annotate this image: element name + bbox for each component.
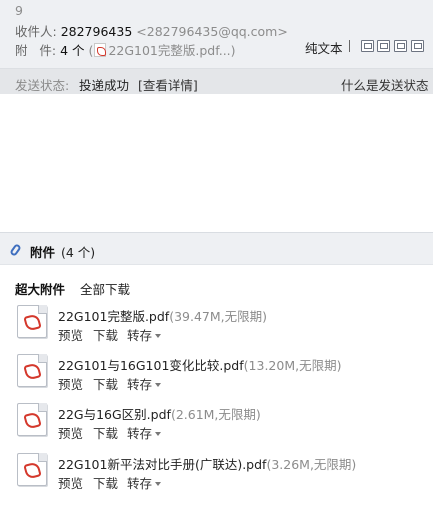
attachment-item: 22G与16G区别.pdf(2.61M,无限期) 预览 下载 转存: [0, 403, 433, 453]
mail-header: 9 收件人: 282796435 <282796435@qq.com> 附 件:…: [0, 0, 433, 68]
recipient-name[interactable]: 282796435: [61, 24, 133, 39]
download-button[interactable]: 下载: [93, 374, 118, 393]
attachment-name[interactable]: 22G与16G区别.pdf(2.61M,无限期): [58, 404, 261, 423]
attachments-header: 附件 (4 个): [0, 232, 433, 265]
download-button[interactable]: 下载: [93, 423, 118, 442]
view-details-link[interactable]: [查看详情]: [138, 75, 198, 94]
attachment-name[interactable]: 22G101新平法对比手册(广联达).pdf(3.26M,无限期): [58, 454, 356, 473]
preview-button[interactable]: 预览: [58, 473, 83, 492]
pdf-file-icon[interactable]: [17, 453, 47, 486]
print-icon[interactable]: [411, 40, 424, 52]
large-attachment-label: 超大附件: [15, 282, 66, 297]
download-button[interactable]: 下载: [93, 473, 118, 492]
send-status-label: 发送状态:: [15, 78, 70, 93]
recipient-email: <282796435@qq.com>: [136, 24, 288, 39]
attachment-item: 22G101完整版.pdf(39.47M,无限期) 预览 下载 转存: [0, 305, 433, 355]
recipient-label: 收件人:: [15, 24, 57, 39]
plain-text-button[interactable]: 纯文本: [305, 38, 343, 57]
attachment-summary-link[interactable]: 22G101完整版.pdf...: [108, 43, 230, 58]
attachment-close-paren: ): [230, 43, 236, 58]
save-to-button[interactable]: 转存: [127, 374, 162, 393]
send-status-value: 投递成功: [79, 78, 130, 93]
what-is-send-status-link[interactable]: 什么是发送状态: [341, 75, 429, 94]
attachment-name[interactable]: 22G101完整版.pdf(39.47M,无限期): [58, 306, 267, 325]
download-all-button[interactable]: 全部下载: [80, 279, 130, 298]
pdf-icon: [94, 43, 107, 57]
attachment-label: 附 件:: [15, 43, 57, 58]
attachment-size: (13.20M,无限期): [243, 358, 342, 373]
chevron-down-icon: [155, 334, 162, 338]
chevron-down-icon: [155, 482, 162, 486]
download-button[interactable]: 下载: [93, 325, 118, 344]
preview-button[interactable]: 预览: [58, 423, 83, 442]
recipient-row: 收件人: 282796435 <282796435@qq.com>: [15, 21, 288, 40]
attachment-size: (39.47M,无限期): [169, 309, 267, 324]
chevron-down-icon: [155, 383, 162, 387]
attachment-size: (3.26M,无限期): [266, 457, 357, 472]
attachment-open-paren: (: [88, 43, 94, 58]
pdf-file-icon[interactable]: [17, 403, 47, 436]
download-icon[interactable]: [394, 40, 407, 52]
save-to-button[interactable]: 转存: [127, 325, 162, 344]
window-icon[interactable]: [361, 40, 374, 52]
save-to-button[interactable]: 转存: [127, 473, 162, 492]
attachments-count: (4 个): [61, 245, 96, 260]
preview-button[interactable]: 预览: [58, 325, 83, 344]
send-status-bar: 发送状态: 投递成功 [查看详情] 什么是发送状态: [0, 68, 433, 94]
chevron-down-icon: [155, 432, 162, 436]
save-to-button[interactable]: 转存: [127, 423, 162, 442]
attachment-size: (2.61M,无限期): [170, 407, 261, 422]
copy-icon[interactable]: [377, 40, 390, 52]
attachments-title: 附件: [30, 245, 56, 260]
paperclip-icon: [9, 243, 22, 257]
header-top-text: 9: [15, 3, 23, 18]
preview-button[interactable]: 预览: [58, 374, 83, 393]
attachment-item: 22G101新平法对比手册(广联达).pdf(3.26M,无限期) 预览 下载 …: [0, 453, 433, 503]
pdf-file-icon[interactable]: [17, 354, 47, 387]
attachment-item: 22G101与16G101变化比较.pdf(13.20M,无限期) 预览 下载 …: [0, 354, 433, 404]
attachment-name[interactable]: 22G101与16G101变化比较.pdf(13.20M,无限期): [58, 355, 341, 374]
attachment-row: 附 件: 4 个 (22G101完整版.pdf...): [15, 40, 236, 59]
toolbar-divider: [349, 40, 350, 52]
pdf-file-icon[interactable]: [17, 305, 47, 338]
attachment-count: 4 个: [60, 43, 85, 58]
